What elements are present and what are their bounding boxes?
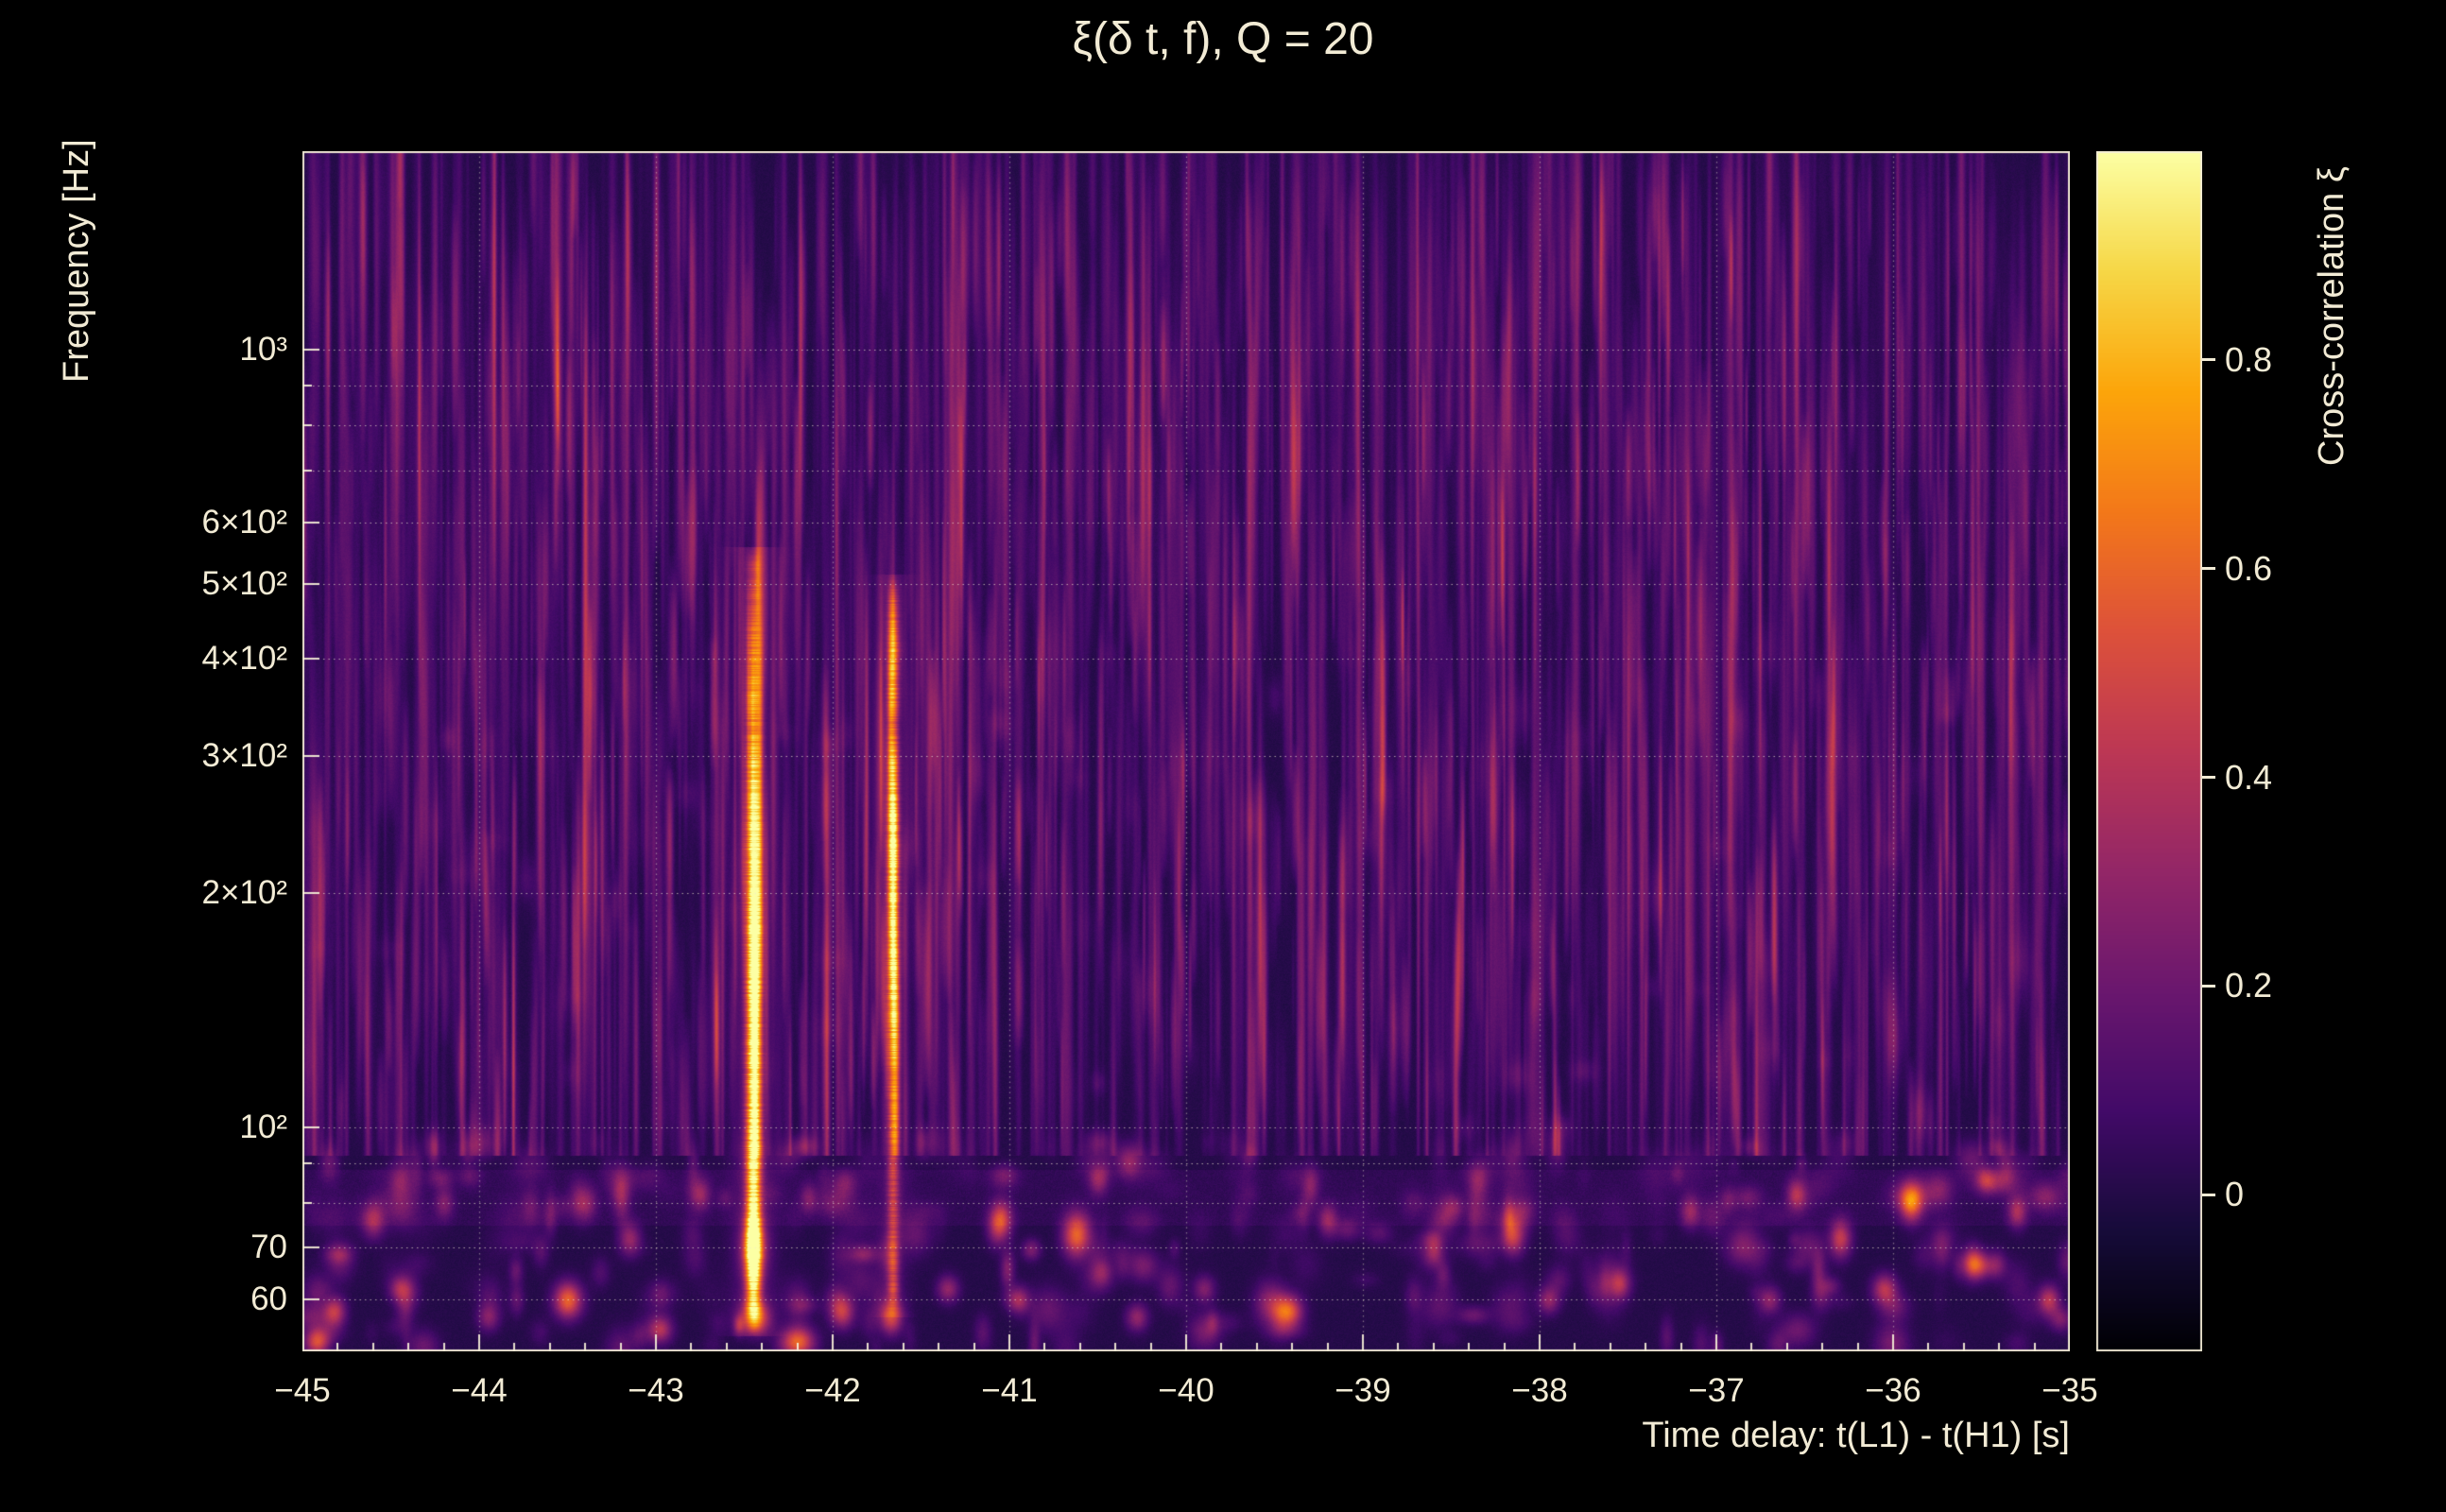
y-tick-label: 10² bbox=[239, 1108, 287, 1145]
colorbar-tick-mark bbox=[2202, 776, 2215, 780]
y-tick-label: 4×10² bbox=[201, 640, 288, 678]
x-tick-label: −36 bbox=[1865, 1372, 1921, 1409]
colorbar-tick-mark bbox=[2202, 567, 2215, 571]
heatmap-canvas bbox=[302, 151, 2070, 1351]
colorbar-canvas bbox=[2096, 151, 2202, 1351]
y-tick-label: 70 bbox=[250, 1228, 287, 1266]
x-tick-label: −44 bbox=[451, 1372, 508, 1409]
x-tick-label: −38 bbox=[1511, 1372, 1568, 1409]
y-tick-label: 10³ bbox=[239, 331, 287, 369]
chart-title: ξ(δ t, f), Q = 20 bbox=[1072, 14, 1374, 64]
x-axis-title: Time delay: t(L1) - t(H1) [s] bbox=[1642, 1416, 2070, 1455]
figure: ξ(δ t, f), Q = 20 Frequency [Hz] 60 70 10²… bbox=[0, 0, 2446, 1512]
colorbar-tick-label: 0.4 bbox=[2225, 757, 2273, 797]
x-tick-label: −37 bbox=[1688, 1372, 1745, 1409]
colorbar-title: Cross-correlation ξ bbox=[2312, 166, 2351, 467]
x-tick-label: −43 bbox=[628, 1372, 684, 1409]
x-tick-label: −45 bbox=[274, 1372, 331, 1409]
colorbar-tick-label: 0 bbox=[2225, 1175, 2245, 1214]
colorbar-tick-mark bbox=[2202, 1193, 2215, 1196]
colorbar-tick-label: 0.2 bbox=[2225, 966, 2273, 1005]
y-axis-title: Frequency [Hz] bbox=[57, 139, 96, 383]
x-tick-label: −41 bbox=[981, 1372, 1038, 1409]
x-tick-label: −39 bbox=[1335, 1372, 1391, 1409]
y-tick-label: 60 bbox=[250, 1280, 287, 1318]
y-tick-label: 3×10² bbox=[201, 737, 288, 775]
colorbar-tick-label: 0.8 bbox=[2225, 339, 2273, 379]
x-tick-label: −42 bbox=[804, 1372, 861, 1409]
colorbar-tick-mark bbox=[2202, 358, 2215, 362]
colorbar-tick-mark bbox=[2202, 984, 2215, 988]
x-tick-label: −40 bbox=[1158, 1372, 1214, 1409]
y-tick-label: 2×10² bbox=[201, 874, 288, 912]
y-tick-label: 6×10² bbox=[201, 503, 288, 541]
x-tick-label: −35 bbox=[2041, 1372, 2098, 1409]
colorbar-tick-label: 0.6 bbox=[2225, 548, 2273, 588]
y-tick-label: 5×10² bbox=[201, 564, 288, 602]
